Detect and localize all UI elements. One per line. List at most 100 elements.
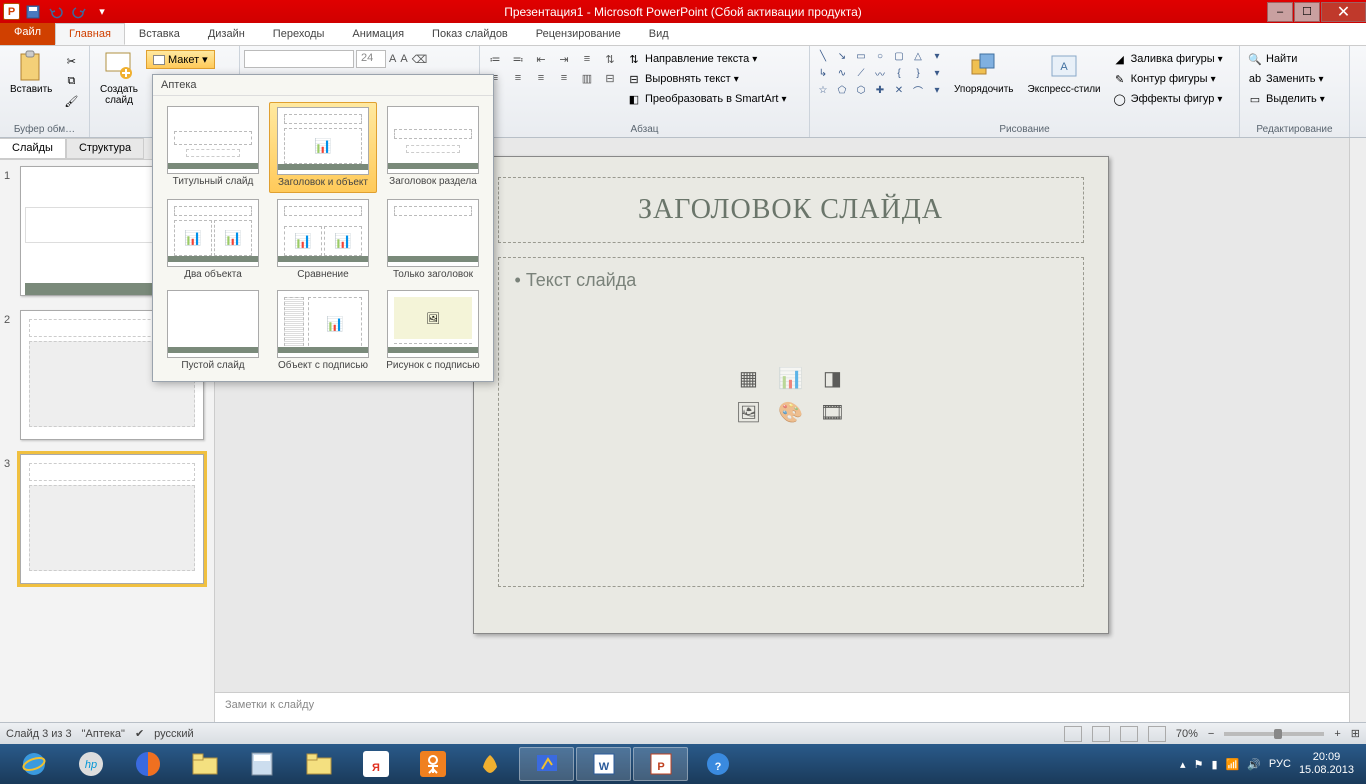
view-sorter-button[interactable] <box>1092 726 1110 742</box>
find-button[interactable]: 🔍Найти <box>1244 50 1328 68</box>
tab-transitions[interactable]: Переходы <box>259 23 339 45</box>
view-normal-button[interactable] <box>1064 726 1082 742</box>
tab-home[interactable]: Главная <box>55 23 125 45</box>
notes-pane[interactable]: Заметки к слайду <box>215 692 1366 722</box>
quick-styles-button[interactable]: A Экспресс-стили <box>1022 48 1107 97</box>
layout-picture-caption[interactable]: 🖼 Рисунок с подписью <box>379 286 487 375</box>
status-language[interactable]: русский <box>154 728 193 740</box>
tab-slides-thumbs[interactable]: Слайды <box>0 138 66 159</box>
grow-font-button[interactable]: A <box>388 52 397 66</box>
tab-design[interactable]: Дизайн <box>194 23 259 45</box>
layout-title-only[interactable]: Только заголовок <box>379 195 487 284</box>
convert-smartart-button[interactable]: ◧Преобразовать в SmartArt ▾ <box>623 90 789 108</box>
slide[interactable]: ЗАГОЛОВОК СЛАЙДА Текст слайда ▦ 📊 ◨ 🖼 🎨 … <box>473 156 1109 634</box>
minimize-button[interactable]: – <box>1267 2 1293 22</box>
select-button[interactable]: ▭Выделить ▾ <box>1244 90 1328 108</box>
layout-content-caption[interactable]: 📊 Объект с подписью <box>269 286 377 375</box>
shape-more-row1[interactable]: ▾ <box>928 48 946 64</box>
taskbar-calc[interactable] <box>234 747 289 781</box>
shape-oval[interactable]: ○ <box>871 48 889 64</box>
zoom-slider[interactable] <box>1224 732 1324 736</box>
shape-effects-button[interactable]: ◯Эффекты фигур ▾ <box>1109 90 1226 108</box>
shape-brace2[interactable]: } <box>909 65 927 81</box>
shape-triangle[interactable]: △ <box>909 48 927 64</box>
zoom-level[interactable]: 70% <box>1176 728 1198 740</box>
shape-freeform[interactable]: ⟋ <box>852 65 870 81</box>
tab-insert[interactable]: Вставка <box>125 23 194 45</box>
tray-flag-icon[interactable]: ⚑ <box>1194 758 1204 771</box>
insert-table-icon[interactable]: ▦ <box>731 365 767 393</box>
tab-view[interactable]: Вид <box>635 23 683 45</box>
shape-hex[interactable]: ⬡ <box>852 82 870 98</box>
slide-thumb-3[interactable] <box>20 454 204 584</box>
shape-arrow[interactable]: ↘ <box>833 48 851 64</box>
tab-animations[interactable]: Анимация <box>338 23 418 45</box>
align-right-button[interactable]: ≡ <box>530 69 552 87</box>
tray-language[interactable]: РУС <box>1269 758 1291 770</box>
taskbar-explorer[interactable] <box>177 747 232 781</box>
layout-title-slide[interactable]: Титульный слайд <box>159 102 267 193</box>
shape-cross[interactable]: ✕ <box>890 82 908 98</box>
shape-scribble[interactable]: 〰 <box>871 65 889 81</box>
new-slide-button[interactable]: Создать слайд <box>94 48 144 108</box>
zoom-in-button[interactable]: + <box>1334 728 1340 740</box>
bullets-button[interactable]: ≔ <box>484 50 506 68</box>
taskbar-word[interactable]: W <box>576 747 631 781</box>
tray-battery-icon[interactable]: ▮ <box>1211 758 1217 771</box>
tray-network-icon[interactable]: 📶 <box>1226 758 1240 771</box>
view-slideshow-button[interactable] <box>1148 726 1166 742</box>
shapes-gallery[interactable]: ╲ ↘ ▭ ○ ▢ △ ▾ ↳ ∿ ⟋ 〰 { } ▾ ☆ ⬠ ⬡ ✚ ✕ ⌒ <box>814 48 946 98</box>
line-spacing-button[interactable]: ≡ <box>576 50 598 68</box>
shape-star[interactable]: ☆ <box>814 82 832 98</box>
cut-button[interactable]: ✂ <box>60 52 82 70</box>
layout-button[interactable]: Макет ▾ <box>146 50 215 69</box>
shape-more-row3[interactable]: ▾ <box>928 82 946 98</box>
align-center-button[interactable]: ≡ <box>507 69 529 87</box>
content-placeholder[interactable]: Текст слайда ▦ 📊 ◨ 🖼 🎨 🎞 <box>498 257 1084 587</box>
paste-button[interactable]: Вставить <box>4 48 58 97</box>
tray-volume-icon[interactable]: 🔊 <box>1247 758 1261 771</box>
taskbar-firefox[interactable] <box>120 747 175 781</box>
shape-roundrect[interactable]: ▢ <box>890 48 908 64</box>
layout-two-content[interactable]: 📊📊 Два объекта <box>159 195 267 284</box>
taskbar-explorer2[interactable] <box>291 747 346 781</box>
format-painter-button[interactable]: 🖌 <box>60 92 82 110</box>
layout-comparison[interactable]: 📊📊 Сравнение <box>269 195 377 284</box>
insert-media-icon[interactable]: 🎞 <box>815 399 851 427</box>
qat-redo-icon[interactable] <box>69 2 89 22</box>
copy-button[interactable]: ⧉ <box>60 72 82 90</box>
replace-button[interactable]: abЗаменить ▾ <box>1244 70 1328 88</box>
taskbar-powerpoint[interactable]: P <box>633 747 688 781</box>
taskbar-app2[interactable] <box>519 747 574 781</box>
shape-more-row2[interactable]: ▾ <box>928 65 946 81</box>
shape-arc[interactable]: ⌒ <box>909 82 927 98</box>
arrange-button[interactable]: Упорядочить <box>948 48 1020 97</box>
qat-customize-icon[interactable]: ▾ <box>92 2 112 22</box>
taskbar-ok[interactable] <box>405 747 460 781</box>
qat-undo-icon[interactable] <box>46 2 66 22</box>
tab-outline[interactable]: Структура <box>66 138 144 159</box>
shape-fill-button[interactable]: ◢Заливка фигуры ▾ <box>1109 50 1226 68</box>
clear-format-button[interactable]: ⌫ <box>411 52 429 67</box>
insert-smartart-icon[interactable]: ◨ <box>815 365 851 393</box>
font-family-box[interactable] <box>244 50 354 68</box>
text-direction-button[interactable]: ⇅Направление текста ▾ <box>623 50 789 68</box>
text-direction-icon[interactable]: ⇅ <box>599 50 621 68</box>
shape-outline-button[interactable]: ✎Контур фигуры ▾ <box>1109 70 1226 88</box>
shape-brace[interactable]: { <box>890 65 908 81</box>
layout-section-header[interactable]: Заголовок раздела <box>379 102 487 193</box>
insert-chart-icon[interactable]: 📊 <box>773 365 809 393</box>
align-text-icon[interactable]: ⊟ <box>599 69 621 87</box>
shape-connector[interactable]: ↳ <box>814 65 832 81</box>
font-size-box[interactable]: 24 <box>356 50 386 68</box>
align-text-button[interactable]: ⊟Выровнять текст ▾ <box>623 70 789 88</box>
view-reading-button[interactable] <box>1120 726 1138 742</box>
numbering-button[interactable]: ≕ <box>507 50 529 68</box>
zoom-out-button[interactable]: − <box>1208 728 1214 740</box>
title-placeholder[interactable]: ЗАГОЛОВОК СЛАЙДА <box>498 177 1084 243</box>
tab-slideshow[interactable]: Показ слайдов <box>418 23 522 45</box>
tray-arrow-icon[interactable]: ▴ <box>1180 758 1186 771</box>
close-button[interactable]: ✕ <box>1321 2 1366 22</box>
justify-button[interactable]: ≡ <box>553 69 575 87</box>
taskbar-yandex[interactable]: Я <box>348 747 403 781</box>
